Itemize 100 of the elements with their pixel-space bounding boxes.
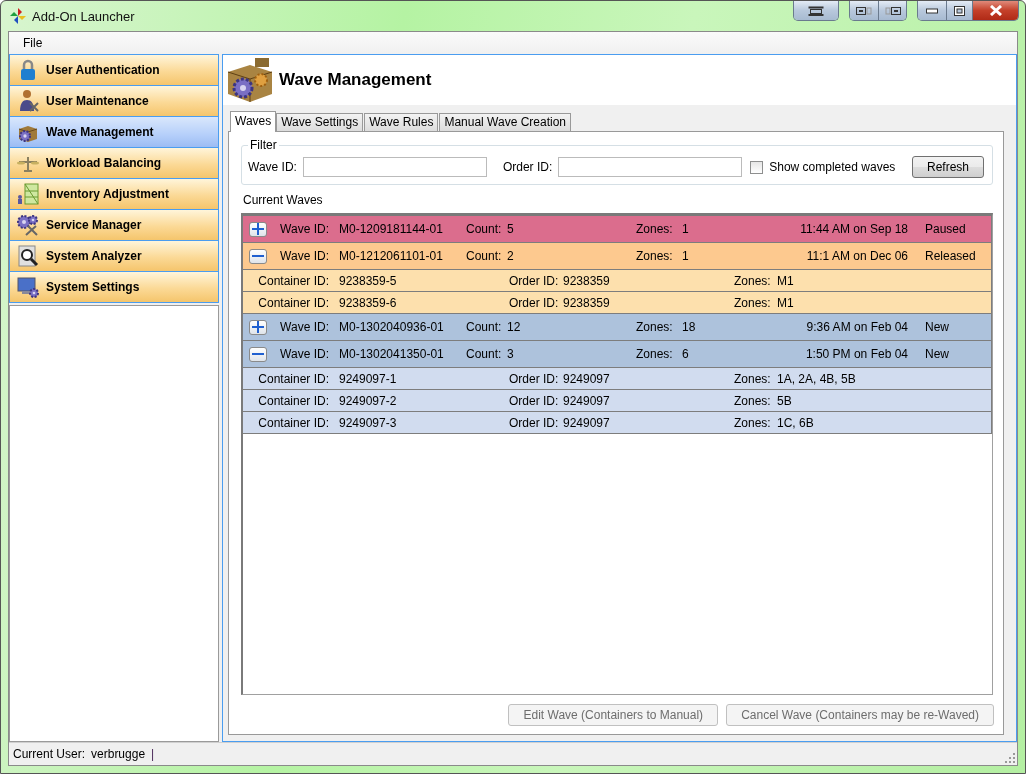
field-label: Wave ID: [279,320,329,334]
sidebar-item[interactable]: System Settings [10,271,218,302]
table-cell-text: 9238359 [563,273,611,288]
tab[interactable]: Waves [230,111,277,132]
shelf-icon [16,182,40,206]
field-label: Zones: [636,249,674,263]
tile-right-icon [884,6,901,15]
wave-row[interactable]: Wave ID: M0-1209181144-01 Count: 5 Zones: 1 11:44 AM on Sep 18 Paused [243,216,992,243]
dock-icon [808,5,824,16]
app-logo-icon [10,8,26,24]
field-label: Zones: [636,222,674,236]
refresh-button[interactable]: Refresh [912,156,984,178]
table-cell-text: M0-1209181144-01 [339,222,444,236]
expand-button[interactable] [249,319,267,335]
table-cell-text: 1C, 6B [777,415,815,430]
tab[interactable]: Wave Rules [364,113,439,131]
field-label: Count: [466,222,503,236]
field-label: Zones: [734,273,772,288]
field-label: Order ID: [509,371,560,386]
container-row[interactable]: Container ID: 9249097-3 Order ID: 9249097 Zones: 1C, 6B [243,412,992,434]
sidebar-item-label: Inventory Adjustment [46,187,169,201]
section-label: Current Waves [243,193,324,207]
table-cell-text: Paused [925,222,967,236]
sidebar-item[interactable]: Service Manager [10,209,218,240]
field-label: Container ID: [257,371,329,386]
table-cell-text: Released [925,249,977,263]
tile-right-button[interactable] [878,1,906,20]
table-cell-text: New [925,347,950,361]
maximize-icon [954,5,965,16]
container-row[interactable]: Container ID: 9238359-6 Order ID: 9238359 Zones: M1 [243,292,992,314]
magnifier-icon [16,244,40,268]
resize-grip-icon [1005,753,1015,763]
box-gear-icon [225,56,275,104]
table-cell-text: 1:50 PM on Feb 04 [804,347,908,361]
maximize-button[interactable] [946,1,972,20]
sidebar-item[interactable]: Wave Management [10,116,218,147]
collapse-button[interactable] [249,346,267,362]
field-label: Zones: [734,415,772,430]
table-cell-text: 6 [682,347,690,361]
plus-icon [252,223,264,235]
field-label: Wave ID: [248,160,297,174]
collapse-button[interactable] [249,248,267,264]
table-cell-text: 1 [682,222,690,236]
close-button[interactable] [972,1,1018,20]
dock-button[interactable] [794,1,838,20]
table-cell-text: 9238359-5 [339,273,398,288]
field-label: Zones: [734,295,772,310]
table-cell-text: 11:1 AM on Dec 06 [805,249,908,263]
gears-icon [16,213,40,237]
close-icon [988,5,1003,16]
wave-row[interactable]: Wave ID: M0-1302040936-01 Count: 12 Zones: 18 9:36 AM on Feb 04 New [243,314,992,341]
input-field[interactable] [302,157,487,177]
field-label: Count: [466,320,503,334]
tab[interactable]: Manual Wave Creation [439,113,572,131]
input-field[interactable] [558,157,743,177]
field-label: Wave ID: [279,249,329,263]
sidebar-item-label: User Authentication [46,63,160,77]
monitor-gear-icon [16,275,40,299]
field-label: Container ID: [257,273,329,288]
field-label: Order ID: [509,393,560,408]
field-label: Zones: [734,393,772,408]
checkbox[interactable] [750,160,764,174]
checkbox-label: Show completed waves [769,160,896,174]
minimize-button[interactable] [918,1,946,20]
tile-left-button[interactable] [850,1,878,20]
table-cell-text: 18 [682,320,697,334]
status-user: verbrugge [91,747,146,761]
tab[interactable]: Wave Settings [276,113,364,131]
sidebar-item[interactable]: User Authentication [10,55,218,85]
wave-row[interactable]: Wave ID: M0-1212061101-01 Count: 2 Zones: 1 11:1 AM on Dec 06 Released [243,243,992,270]
table-cell-text: 9249097 [563,393,611,408]
table-cell-text: M1 [777,295,795,310]
menu-item[interactable]: File [17,34,49,52]
sidebar-item[interactable]: System Analyzer [10,240,218,271]
container-row[interactable]: Container ID: 9249097-2 Order ID: 9249097 Zones: 5B [243,390,992,412]
field-label: Zones: [734,371,772,386]
field-label: Container ID: [257,393,329,408]
sidebar-item-label: System Settings [46,280,140,294]
field-label: Order ID: [509,295,560,310]
container-row[interactable]: Container ID: 9249097-1 Order ID: 9249097 Zones: 1A, 2A, 4B, 5B [243,368,992,390]
window-title: Add-On Launcher [32,8,135,24]
field-label: Wave ID: [279,347,329,361]
expand-button[interactable] [249,221,267,237]
table-cell-text: M0-1212061101-01 [339,249,444,263]
table-cell-text: New [925,320,950,334]
container-row[interactable]: Container ID: 9238359-5 Order ID: 9238359 Zones: M1 [243,270,992,292]
table-cell-text: 9249097-2 [339,393,398,408]
wave-row[interactable]: Wave ID: M0-1302041350-01 Count: 3 Zones: 6 1:50 PM on Feb 04 New [243,341,992,368]
table-cell-text: 9249097-1 [339,371,398,386]
table-cell-text: 9249097 [563,371,611,386]
field-label: Order ID: [502,160,553,174]
field-label: Zones: [636,347,674,361]
group-title: Filter [249,138,278,152]
field-label: Zones: [636,320,674,334]
sidebar-item-label: System Analyzer [46,249,142,263]
sidebar-item[interactable]: Workload Balancing [10,147,218,178]
page-title: Wave Management [279,70,432,90]
sidebar-item-label: User Maintenance [46,94,149,108]
sidebar-item[interactable]: Inventory Adjustment [10,178,218,209]
sidebar-item[interactable]: User Maintenance [10,85,218,116]
